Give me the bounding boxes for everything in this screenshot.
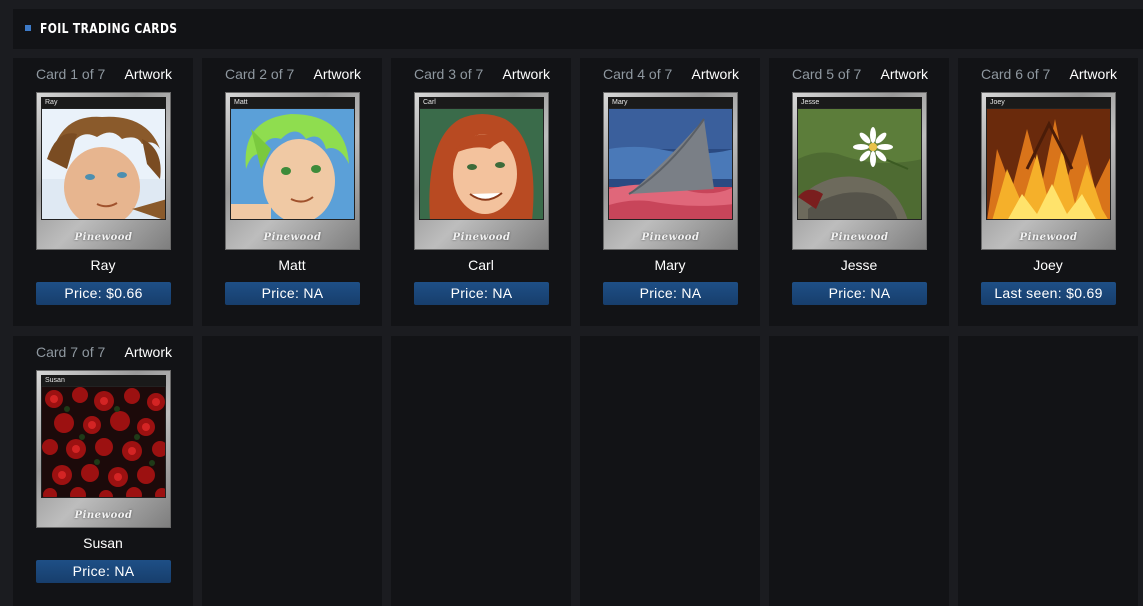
card-brand-logo: Pinewood — [641, 232, 700, 243]
card-title-bar: Joey — [986, 97, 1111, 108]
card-counter: Card 7 of 7 — [36, 344, 106, 360]
card-name: Susan — [83, 535, 123, 551]
card-image-ray[interactable]: Ray Pinewood — [36, 92, 171, 250]
card-title-bar: Jesse — [797, 97, 922, 108]
card-title-bar: Ray — [41, 97, 166, 108]
card-brand-logo: Pinewood — [74, 510, 133, 521]
card-image-mary[interactable]: Mary Pinewood — [603, 92, 738, 250]
empty-cell — [202, 336, 382, 606]
artwork-link[interactable]: Artwork — [125, 344, 172, 360]
card-artwork-joey — [986, 108, 1111, 220]
empty-cell — [391, 336, 571, 606]
section-title: FOIL TRADING CARDS — [40, 21, 178, 37]
price-button[interactable]: Price: NA — [414, 282, 549, 305]
card-counter: Card 5 of 7 — [792, 66, 862, 82]
card-brand-logo: Pinewood — [263, 232, 322, 243]
card-brand-logo: Pinewood — [1019, 232, 1078, 243]
card-cell-ray: Card 1 of 7 Artwork Ray Pinewood Ray Pri… — [13, 58, 193, 326]
price-button[interactable]: Price: NA — [792, 282, 927, 305]
artwork-link[interactable]: Artwork — [314, 66, 361, 82]
card-image-carl[interactable]: Carl Pinewood — [414, 92, 549, 250]
price-button[interactable]: Price: NA — [603, 282, 738, 305]
empty-cell — [958, 336, 1138, 606]
empty-cell — [769, 336, 949, 606]
card-cell-mary: Card 4 of 7 Artwork Mary Pinewood Mary P… — [580, 58, 760, 326]
card-artwork-matt — [230, 108, 355, 220]
card-title-bar: Carl — [419, 97, 544, 108]
card-brand-logo: Pinewood — [452, 232, 511, 243]
card-brand-logo: Pinewood — [74, 232, 133, 243]
card-title-bar: Susan — [41, 375, 166, 386]
card-brand-logo: Pinewood — [830, 232, 889, 243]
artwork-link[interactable]: Artwork — [881, 66, 928, 82]
card-artwork-carl — [419, 108, 544, 220]
artwork-link[interactable]: Artwork — [1070, 66, 1117, 82]
card-artwork-ray — [41, 108, 166, 220]
artwork-link[interactable]: Artwork — [125, 66, 172, 82]
artwork-link[interactable]: Artwork — [503, 66, 550, 82]
section-header: FOIL TRADING CARDS — [13, 9, 1143, 49]
artwork-link[interactable]: Artwork — [692, 66, 739, 82]
card-artwork-mary — [608, 108, 733, 220]
card-image-matt[interactable]: Matt Pinewood — [225, 92, 360, 250]
card-cell-susan: Card 7 of 7 Artwork Susan Pinewood Susan… — [13, 336, 193, 606]
card-cell-jesse: Card 5 of 7 Artwork Jesse Pinewood Jesse… — [769, 58, 949, 326]
card-title-bar: Mary — [608, 97, 733, 108]
header-bullet-icon — [25, 25, 31, 31]
card-artwork-susan — [41, 386, 166, 498]
card-title-bar: Matt — [230, 97, 355, 108]
card-cell-matt: Card 2 of 7 Artwork Matt Pinewood Matt P… — [202, 58, 382, 326]
card-artwork-jesse — [797, 108, 922, 220]
card-cell-carl: Card 3 of 7 Artwork Carl Pinewood Carl P… — [391, 58, 571, 326]
card-name: Jesse — [840, 257, 878, 273]
card-name: Matt — [278, 257, 306, 273]
card-cell-joey: Card 6 of 7 Artwork Joey Pinewood Joey L… — [958, 58, 1138, 326]
card-image-joey[interactable]: Joey Pinewood — [981, 92, 1116, 250]
card-counter: Card 2 of 7 — [225, 66, 295, 82]
card-counter: Card 6 of 7 — [981, 66, 1051, 82]
card-image-jesse[interactable]: Jesse Pinewood — [792, 92, 927, 250]
price-button[interactable]: Price: $0.66 — [36, 282, 171, 305]
price-button[interactable]: Price: NA — [36, 560, 171, 583]
card-counter: Card 3 of 7 — [414, 66, 484, 82]
price-button[interactable]: Last seen: $0.69 — [981, 282, 1116, 305]
card-name: Joey — [1033, 257, 1063, 273]
price-button[interactable]: Price: NA — [225, 282, 360, 305]
card-name: Mary — [654, 257, 686, 273]
card-counter: Card 1 of 7 — [36, 66, 106, 82]
card-name: Carl — [468, 257, 494, 273]
card-name: Ray — [90, 257, 116, 273]
card-counter: Card 4 of 7 — [603, 66, 673, 82]
card-image-susan[interactable]: Susan Pinewood — [36, 370, 171, 528]
empty-cell — [580, 336, 760, 606]
